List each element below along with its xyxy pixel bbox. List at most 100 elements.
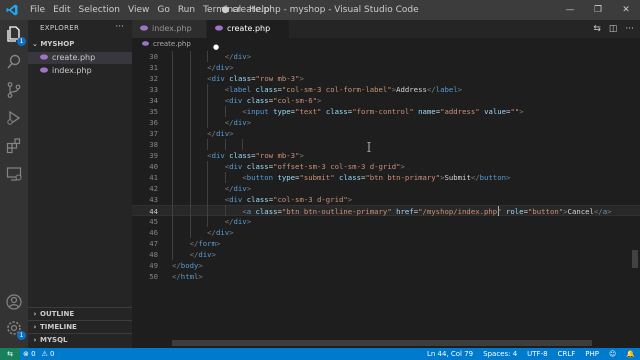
errors-count[interactable]: ⊗ 0 xyxy=(20,348,39,360)
split-editor-icon[interactable]: ◫ xyxy=(609,20,618,38)
close-window-button[interactable]: ✕ xyxy=(612,0,640,20)
source-control-icon xyxy=(7,82,21,98)
code-editor[interactable]: 30 </div> 31 </div> 32 <div class="row mb-… xyxy=(132,50,640,348)
php-file-icon xyxy=(215,24,223,31)
encoding[interactable]: UTF-8 xyxy=(522,348,552,360)
text-caret xyxy=(498,206,500,216)
line-number: 43 xyxy=(149,195,158,204)
indent-guide xyxy=(207,139,209,150)
explorer-button[interactable]: 1 xyxy=(4,24,26,46)
code-line[interactable]: 40 <div class="offset-sm-3 col-sm-3 d-gr… xyxy=(132,161,640,172)
menu-view[interactable]: View xyxy=(124,0,153,20)
chevron-down-icon: ⌄ xyxy=(32,40,38,48)
code-line[interactable]: 49 </body> xyxy=(132,260,640,271)
menu-selection[interactable]: Selection xyxy=(75,0,124,20)
notifications-icon[interactable]: 🔔 xyxy=(621,348,640,360)
breadcrumb[interactable]: create.php xyxy=(132,38,640,50)
menu-run[interactable]: Run xyxy=(174,0,199,20)
line-code: </div> xyxy=(224,217,252,226)
code-line[interactable]: 44 <a class="btn btn-outline-primary" hr… xyxy=(132,205,640,216)
tab-actions: ⇆ ◫ ··· xyxy=(593,20,634,38)
tab-label: create.php xyxy=(227,24,271,33)
code-line[interactable]: 38 xyxy=(132,139,640,150)
cursor-position[interactable]: Ln 44, Col 79 xyxy=(422,348,478,360)
line-number: 37 xyxy=(149,129,158,138)
section-outline[interactable]: › OUTLINE xyxy=(28,307,132,321)
code-line[interactable]: 46 </div> xyxy=(132,227,640,238)
menu-bar: File Edit Selection View Go Run Terminal… xyxy=(26,0,274,20)
menu-help[interactable]: Help xyxy=(245,0,274,20)
code-line[interactable]: 48 </div> xyxy=(132,249,640,260)
folder-myshop[interactable]: ⌄ MYSHOP xyxy=(32,40,74,48)
line-number: 34 xyxy=(149,96,158,105)
line-code: <button type="submit" class="btn btn-pri… xyxy=(242,173,511,182)
editor-tabs: index.php create.php● ⇆ ◫ ··· xyxy=(132,20,640,51)
line-number: 38 xyxy=(149,140,158,149)
code-line[interactable]: 33 <label class="col-sm-3 col-form-label… xyxy=(132,84,640,95)
code-line[interactable]: 30 </div> xyxy=(132,51,640,62)
line-code: <label class="col-sm-3 col-form-label">A… xyxy=(224,85,463,94)
section-label: MYSQL xyxy=(40,336,68,344)
accounts-button[interactable] xyxy=(4,292,24,312)
tab-create-php[interactable]: create.php● xyxy=(207,20,290,51)
indent-guide xyxy=(172,51,173,260)
search-button[interactable] xyxy=(4,52,24,72)
code-line[interactable]: 43 <div class="col-sm-3 d-grid"> xyxy=(132,194,640,205)
menu-file[interactable]: File xyxy=(26,0,49,20)
code-line[interactable]: 36 </div> xyxy=(132,117,640,128)
code-line[interactable]: 34 <div class="col-sm-6"> xyxy=(132,95,640,106)
run-debug-button[interactable] xyxy=(4,108,24,128)
code-line[interactable]: 35 <input type="text" class="form-contro… xyxy=(132,106,640,117)
indent-guide xyxy=(189,51,191,238)
menu-go[interactable]: Go xyxy=(153,0,173,20)
folder-label: MYSHOP xyxy=(40,40,75,48)
line-code: <div class="row mb-3"> xyxy=(207,74,304,83)
sidebar-more-button[interactable]: ··· xyxy=(115,22,124,32)
section-mysql[interactable]: › MYSQL xyxy=(28,333,132,347)
code-line[interactable]: 42 </div> xyxy=(132,183,640,194)
extensions-button[interactable] xyxy=(4,136,24,156)
line-code: </div> xyxy=(207,63,234,72)
line-ending[interactable]: CRLF xyxy=(553,348,581,360)
horizontal-scrollbar[interactable] xyxy=(172,340,592,346)
code-line[interactable]: 39 <div class="row mb-3"> xyxy=(132,150,640,161)
maximize-button[interactable]: ❐ xyxy=(584,0,612,20)
code-line[interactable]: 31 </div> xyxy=(132,62,640,73)
chevron-right-icon: › xyxy=(33,336,37,344)
run-debug-icon xyxy=(7,110,21,126)
indentation[interactable]: Spaces: 4 xyxy=(478,348,522,360)
source-control-button[interactable] xyxy=(4,80,24,100)
remote-indicator[interactable]: ⇆ xyxy=(0,348,20,360)
tab-index-php[interactable]: index.php xyxy=(132,20,207,38)
sidebar-title: EXPLORER xyxy=(40,24,80,32)
line-number: 31 xyxy=(149,63,158,72)
section-timeline[interactable]: › TIMELINE xyxy=(28,320,132,334)
activity-bar: 1 1 xyxy=(0,20,28,348)
more-actions-icon[interactable]: ··· xyxy=(625,20,634,38)
language-mode[interactable]: PHP xyxy=(580,348,604,360)
remote-explorer-button[interactable] xyxy=(4,164,24,184)
menu-edit[interactable]: Edit xyxy=(49,0,74,20)
code-line[interactable]: 32 <div class="row mb-3"> xyxy=(132,73,640,84)
manage-button[interactable]: 1 xyxy=(4,318,26,340)
compare-icon[interactable]: ⇆ xyxy=(593,20,601,38)
breadcrumb-file: create.php xyxy=(153,40,191,48)
vertical-scrollbar[interactable] xyxy=(630,50,640,340)
scrollbar-thumb[interactable] xyxy=(632,250,638,268)
file-create-php[interactable]: create.php xyxy=(28,52,132,64)
warnings-count[interactable]: ⚠ 0 xyxy=(39,348,58,360)
code-line[interactable]: 47 </form> xyxy=(132,238,640,249)
code-line[interactable]: 37 </div> xyxy=(132,128,640,139)
file-index-php[interactable]: index.php xyxy=(28,65,132,77)
code-line[interactable]: 41 <button type="submit" class="btn btn-… xyxy=(132,172,640,183)
menu-terminal[interactable]: Terminal xyxy=(199,0,245,20)
vscode-logo-icon xyxy=(6,4,18,16)
tab-label: index.php xyxy=(152,24,192,33)
feedback-icon[interactable]: ☺ xyxy=(604,348,621,360)
minimize-button[interactable]: — xyxy=(556,0,584,20)
indent-guide xyxy=(242,139,244,150)
code-line[interactable]: 45 </div> xyxy=(132,216,640,227)
code-line[interactable]: 50 </html> xyxy=(132,271,640,282)
indent-guide xyxy=(207,84,209,128)
line-number: 39 xyxy=(149,151,158,160)
